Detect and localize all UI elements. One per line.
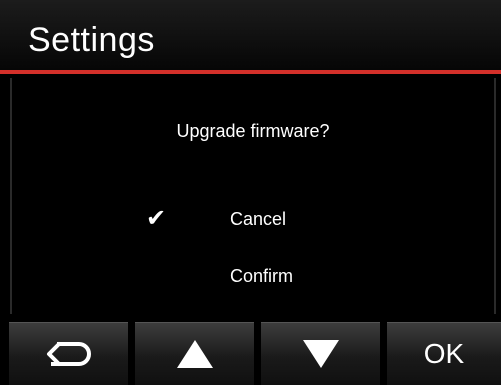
down-button[interactable]: [261, 322, 380, 385]
header-accent-divider: [0, 70, 501, 74]
option-confirm[interactable]: Confirm: [12, 259, 494, 293]
option-cancel-label: Cancel: [230, 209, 287, 229]
bottom-toolbar: OK: [0, 322, 501, 385]
back-button[interactable]: [9, 322, 128, 385]
checkmark-icon: ✔: [146, 204, 167, 232]
option-cancel[interactable]: ✔ Cancel: [12, 202, 494, 236]
dialog-question: Upgrade firmware?: [176, 121, 330, 141]
ok-button[interactable]: OK: [387, 322, 501, 385]
ok-button-label: OK: [423, 338, 465, 369]
header-bar: Settings: [0, 0, 501, 70]
triangle-down-icon: [302, 340, 339, 368]
up-button[interactable]: [135, 322, 254, 385]
page-title: Settings: [28, 21, 155, 59]
confirm-dialog: Upgrade firmware? ✔ Cancel Confirm: [10, 78, 496, 314]
return-arrow-icon: [46, 342, 91, 366]
option-confirm-label: Confirm: [230, 266, 294, 286]
triangle-up-icon: [176, 340, 213, 368]
